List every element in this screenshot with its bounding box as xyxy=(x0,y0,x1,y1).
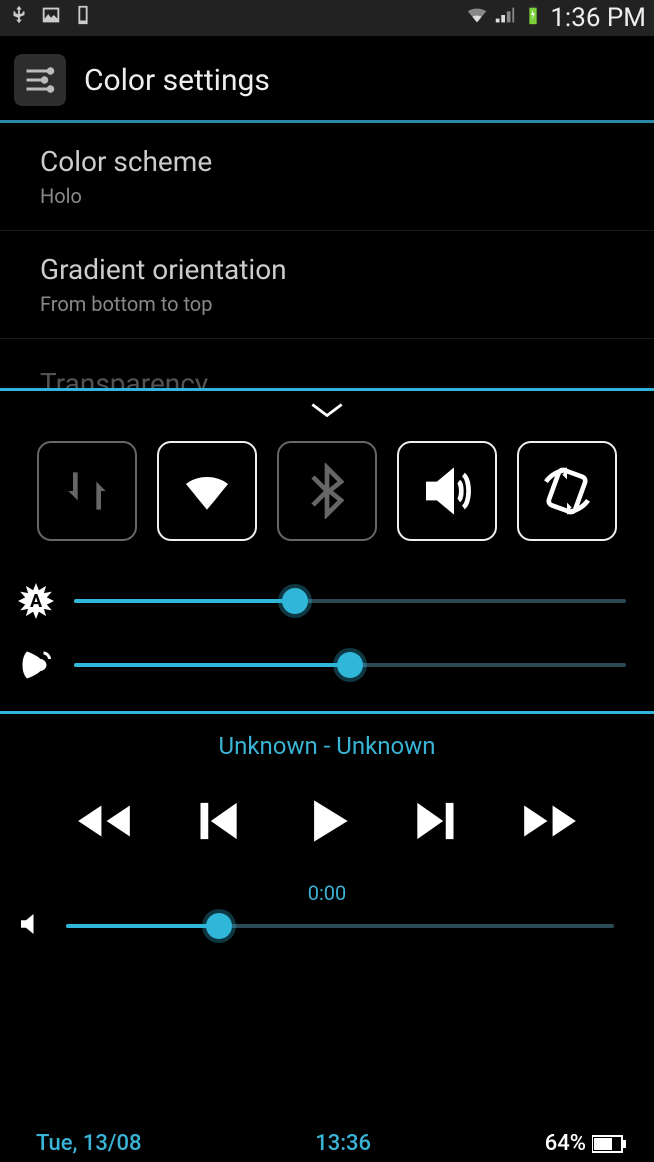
toggle-auto-rotate[interactable] xyxy=(517,441,617,541)
footer-time[interactable]: 13:36 xyxy=(315,1131,371,1156)
phone-icon xyxy=(72,4,94,32)
volume-icon xyxy=(16,909,50,943)
play-button[interactable] xyxy=(296,790,358,855)
toggle-wifi[interactable] xyxy=(157,441,257,541)
page-title: Color settings xyxy=(84,63,270,98)
status-time: 1:36 PM xyxy=(550,3,646,33)
app-icon xyxy=(14,54,66,106)
wifi-status-icon xyxy=(466,4,488,32)
shade-footer: Tue, 13/08 13:36 64% xyxy=(0,1127,654,1158)
playback-position: 0:00 xyxy=(0,863,654,905)
media-volume-row xyxy=(0,905,654,943)
auto-brightness-icon[interactable]: A xyxy=(16,581,56,621)
ringer-icon xyxy=(16,645,56,685)
ringer-slider-row xyxy=(0,633,654,697)
page-header: Color settings xyxy=(0,36,654,123)
rewind-button[interactable] xyxy=(73,790,135,855)
pref-title: Color scheme xyxy=(40,145,614,178)
footer-battery[interactable]: 64% xyxy=(545,1131,628,1156)
ringer-slider[interactable] xyxy=(74,650,626,680)
footer-date[interactable]: Tue, 13/08 xyxy=(36,1131,142,1156)
pref-title: Gradient orientation xyxy=(40,253,614,286)
pref-summary: From bottom to top xyxy=(40,292,614,316)
pref-summary: Holo xyxy=(40,184,614,208)
quick-toggles xyxy=(0,441,654,569)
now-playing-text: Unknown - Unknown xyxy=(0,726,654,770)
brightness-slider-row: A xyxy=(0,569,654,633)
shade-handle[interactable] xyxy=(0,391,654,441)
media-volume-slider[interactable] xyxy=(66,911,614,941)
pref-gradient-orientation[interactable]: Gradient orientation From bottom to top xyxy=(0,231,654,339)
signal-icon xyxy=(494,4,516,32)
color-settings-page: Color settings Color scheme Holo Gradien… xyxy=(0,36,654,422)
quick-settings-shade: A Unknown - Unknown 0:00 xyxy=(0,388,654,1162)
next-button[interactable] xyxy=(407,790,469,855)
status-bar: 1:36 PM xyxy=(0,0,654,36)
toggle-mobile-data[interactable] xyxy=(37,441,137,541)
toggle-bluetooth[interactable] xyxy=(277,441,377,541)
brightness-slider[interactable] xyxy=(74,586,626,616)
media-controls xyxy=(0,770,654,863)
media-widget: Unknown - Unknown 0:00 xyxy=(0,714,654,943)
previous-button[interactable] xyxy=(185,790,247,855)
toggle-sound[interactable] xyxy=(397,441,497,541)
image-icon xyxy=(40,4,62,32)
fast-forward-button[interactable] xyxy=(519,790,581,855)
battery-icon xyxy=(522,4,544,32)
pref-color-scheme[interactable]: Color scheme Holo xyxy=(0,123,654,231)
usb-icon xyxy=(8,4,30,32)
